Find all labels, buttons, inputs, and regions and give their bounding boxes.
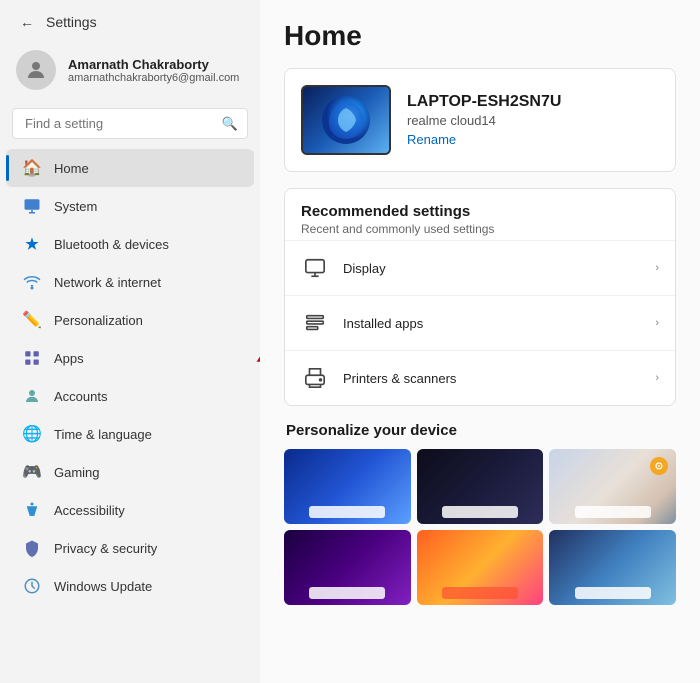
sidebar-item-gaming[interactable]: 🎮 Gaming [6, 453, 254, 491]
update-icon [22, 576, 42, 596]
search-icon: 🔍 [222, 116, 238, 132]
wallpaper-3[interactable]: ⊙ [549, 449, 676, 524]
printers-chevron: › [655, 372, 659, 384]
privacy-icon [22, 538, 42, 558]
sidebar-header: ← Settings [0, 0, 260, 40]
user-info: Amarnath Chakraborty amarnathchakraborty… [68, 57, 239, 84]
avatar [16, 50, 56, 90]
recommended-header: Recommended settings Recent and commonly… [285, 189, 675, 240]
sidebar-item-bluetooth-label: Bluetooth & devices [54, 237, 169, 252]
sidebar-item-home[interactable]: 🏠 Home [6, 149, 254, 187]
sidebar-item-update[interactable]: Windows Update [6, 567, 254, 605]
sidebar-item-accessibility-label: Accessibility [54, 503, 125, 518]
accounts-icon [22, 386, 42, 406]
wallpaper-2[interactable] [417, 449, 544, 524]
device-card: LAPTOP-ESH2SN7U realme cloud14 Rename [284, 68, 676, 172]
sidebar-item-gaming-label: Gaming [54, 465, 100, 480]
windows-logo [316, 90, 376, 150]
wallpaper-5[interactable] [417, 530, 544, 605]
installed-apps-icon [301, 309, 329, 337]
wallpaper-6[interactable] [549, 530, 676, 605]
wp2-taskbar [442, 506, 518, 518]
nav-home-wrapper: 🏠 Home [0, 149, 260, 187]
user-name: Amarnath Chakraborty [68, 57, 239, 72]
installed-apps-row[interactable]: Installed apps › [285, 295, 675, 350]
home-icon: 🏠 [22, 158, 42, 178]
sidebar-item-personalization-label: Personalization [54, 313, 143, 328]
recommended-title: Recommended settings [301, 203, 659, 220]
sidebar-item-apps-label: Apps [54, 351, 84, 366]
user-email: amarnathchakraborty6@gmail.com [68, 72, 239, 84]
printers-row[interactable]: Printers & scanners › [285, 350, 675, 405]
wp6-taskbar [575, 587, 651, 599]
user-profile[interactable]: Amarnath Chakraborty amarnathchakraborty… [0, 40, 260, 104]
sidebar-item-home-label: Home [54, 161, 89, 176]
network-icon [22, 272, 42, 292]
wallpaper-grid: ⊙ [284, 449, 676, 605]
wp3-badge: ⊙ [650, 457, 668, 475]
display-row[interactable]: Display › [285, 240, 675, 295]
sidebar-item-accounts[interactable]: Accounts [6, 377, 254, 415]
apps-arrow-annotation [255, 343, 260, 373]
sidebar-item-time[interactable]: 🌐 Time & language [6, 415, 254, 453]
wallpaper-4[interactable] [284, 530, 411, 605]
bluetooth-icon: ★ [22, 234, 42, 254]
device-name: LAPTOP-ESH2SN7U [407, 93, 561, 111]
apps-wrapper: Apps [0, 339, 260, 377]
wp3-taskbar [575, 506, 651, 518]
sidebar-item-network[interactable]: Network & internet [6, 263, 254, 301]
sidebar-item-network-label: Network & internet [54, 275, 161, 290]
personalize-section: Personalize your device ⊙ [284, 422, 676, 605]
sidebar-item-system-label: System [54, 199, 97, 214]
page-title: Home [284, 20, 676, 52]
sidebar-item-personalization[interactable]: ✏️ Personalization [6, 301, 254, 339]
sidebar-item-accessibility[interactable]: Accessibility [6, 491, 254, 529]
settings-title: Settings [46, 14, 97, 30]
recommended-section: Recommended settings Recent and commonly… [284, 188, 676, 406]
sidebar-item-privacy[interactable]: Privacy & security [6, 529, 254, 567]
accessibility-icon [22, 500, 42, 520]
wp5-taskbar [442, 587, 518, 599]
personalization-icon: ✏️ [22, 310, 42, 330]
search-box: 🔍 [12, 108, 248, 139]
search-input[interactable] [12, 108, 248, 139]
sidebar-item-system[interactable]: System [6, 187, 254, 225]
device-info: LAPTOP-ESH2SN7U realme cloud14 Rename [407, 93, 561, 147]
gaming-icon: 🎮 [22, 462, 42, 482]
wallpaper-1[interactable] [284, 449, 411, 524]
installed-apps-label: Installed apps [343, 316, 641, 331]
sidebar-item-update-label: Windows Update [54, 579, 152, 594]
recommended-subtitle: Recent and commonly used settings [301, 222, 659, 236]
system-icon [22, 196, 42, 216]
wp4-taskbar [309, 587, 385, 599]
sidebar: ← Settings Amarnath Chakraborty amarnath… [0, 0, 260, 683]
personalize-title: Personalize your device [284, 422, 676, 439]
sidebar-item-accounts-label: Accounts [54, 389, 107, 404]
wp1-taskbar [309, 506, 385, 518]
sidebar-item-bluetooth[interactable]: ★ Bluetooth & devices [6, 225, 254, 263]
printers-label: Printers & scanners [343, 371, 641, 386]
apps-icon [22, 348, 42, 368]
sidebar-item-privacy-label: Privacy & security [54, 541, 157, 556]
display-icon [301, 254, 329, 282]
display-chevron: › [655, 262, 659, 274]
device-rename-link[interactable]: Rename [407, 132, 456, 147]
installed-apps-chevron: › [655, 317, 659, 329]
sidebar-item-time-label: Time & language [54, 427, 152, 442]
device-model: realme cloud14 [407, 113, 561, 128]
main-content: Home LAPTOP-ES [260, 0, 700, 683]
device-thumbnail [301, 85, 391, 155]
time-icon: 🌐 [22, 424, 42, 444]
display-label: Display [343, 261, 641, 276]
sidebar-item-apps[interactable]: Apps [6, 339, 254, 377]
back-button[interactable]: ← [16, 12, 38, 32]
printers-icon [301, 364, 329, 392]
